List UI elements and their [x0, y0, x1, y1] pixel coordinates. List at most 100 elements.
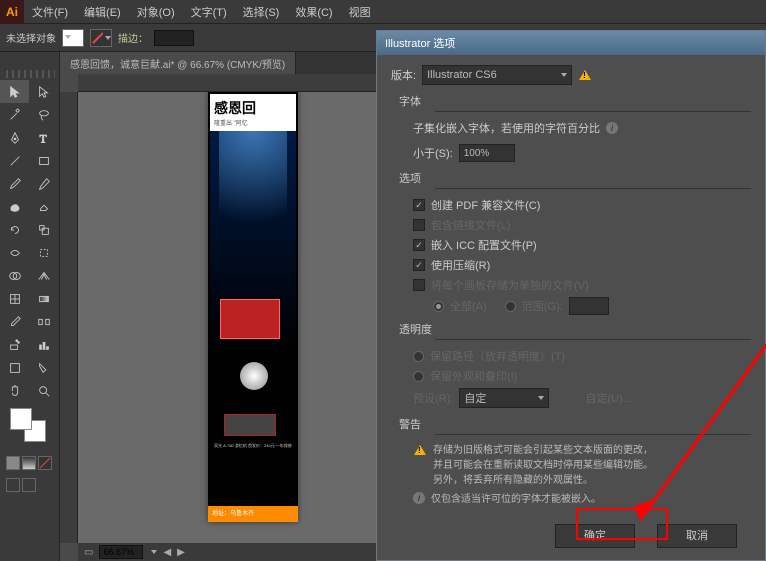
info-icon: i: [413, 492, 425, 504]
artboard-nav-prev[interactable]: ◀: [163, 547, 171, 558]
tool-palette: T: [0, 52, 60, 561]
perspective-grid-tool[interactable]: [29, 264, 58, 287]
radio-preserve-overprint: [413, 371, 424, 382]
pencil-tool[interactable]: [29, 172, 58, 195]
direct-selection-tool[interactable]: [29, 80, 58, 103]
eraser-tool[interactable]: [29, 195, 58, 218]
range-input: [569, 297, 609, 315]
eyedropper-tool[interactable]: [0, 310, 29, 333]
column-graph-tool[interactable]: [29, 333, 58, 356]
poster-address: 地址：乌鲁木齐: [208, 506, 298, 522]
line-tool[interactable]: [0, 149, 29, 172]
menu-edit[interactable]: 编辑(E): [76, 4, 129, 20]
paintbrush-tool[interactable]: [0, 172, 29, 195]
warning-icon: [413, 443, 427, 457]
menu-file[interactable]: 文件(F): [24, 4, 76, 20]
magic-wand-tool[interactable]: [0, 103, 29, 126]
checkbox-pdf[interactable]: [413, 199, 425, 211]
font-subset-desc: 子集化嵌入字体，若使用的字符百分比: [413, 120, 600, 136]
fill-stroke-swatches[interactable]: [6, 408, 53, 448]
gradient-tool[interactable]: [29, 287, 58, 310]
color-mode-gradient[interactable]: [22, 456, 36, 470]
blend-tool[interactable]: [29, 310, 58, 333]
radio-all: [433, 301, 444, 312]
width-tool[interactable]: [0, 241, 29, 264]
app-logo: Ai: [0, 0, 24, 24]
stroke-weight-input[interactable]: [154, 30, 194, 46]
label-artboard: 将每个画板存储为单独的文件(V): [431, 277, 589, 293]
symbol-sprayer-tool[interactable]: [0, 333, 29, 356]
checkbox-icc[interactable]: [413, 239, 425, 251]
svg-text:T: T: [39, 133, 46, 145]
color-mode-solid[interactable]: [6, 456, 20, 470]
cancel-button[interactable]: 取消: [657, 524, 737, 548]
ruler-vertical[interactable]: [60, 92, 78, 543]
warning-section-title: 警告: [399, 416, 751, 432]
checkbox-artboard: [413, 279, 425, 291]
hand-tool[interactable]: [0, 379, 29, 402]
mesh-tool[interactable]: [0, 287, 29, 310]
font-lt-label: 小于(S):: [413, 145, 453, 161]
font-percent-input[interactable]: [459, 144, 515, 162]
view-mode-icon[interactable]: ▭: [84, 547, 93, 558]
shape-builder-tool[interactable]: [0, 264, 29, 287]
label-pdf: 创建 PDF 兼容文件(C): [431, 197, 540, 213]
checkbox-link: [413, 219, 425, 231]
warning-text-1: 存储为旧版格式可能会引起某些文本版面的更改， 并且可能会在重新读取文档时停用某些…: [433, 443, 653, 488]
rectangle-tool[interactable]: [29, 149, 58, 172]
artboard-tool[interactable]: [0, 356, 29, 379]
color-mode-none[interactable]: [38, 456, 52, 470]
ok-button[interactable]: 确定: [555, 524, 635, 548]
zoom-input[interactable]: [99, 545, 143, 559]
warning-icon: [578, 68, 592, 82]
artboard[interactable]: 感恩回 隆重出 "阿忆 双光 A-780 游忆机 首发价：240元 一年保修 地…: [208, 92, 298, 522]
version-label: 版本:: [391, 67, 416, 83]
label-link: 包含链接文件(L): [431, 217, 510, 233]
menubar: Ai 文件(F) 编辑(E) 对象(O) 文字(T) 选择(S) 效果(C) 视…: [0, 0, 766, 24]
radio-preserve-path: [413, 351, 424, 362]
document-tab[interactable]: 感恩回馈，诚意巨献.ai* @ 66.67% (CMYK/预览): [60, 52, 296, 75]
zoom-tool[interactable]: [29, 379, 58, 402]
stroke-label: 描边：: [118, 30, 148, 45]
preset-select: 自定: [459, 388, 549, 408]
selection-tool[interactable]: [0, 80, 29, 103]
rotate-tool[interactable]: [0, 218, 29, 241]
blob-brush-tool[interactable]: [0, 195, 29, 218]
screen-mode-full[interactable]: [22, 478, 36, 492]
menu-select[interactable]: 选择(S): [235, 4, 288, 20]
free-transform-tool[interactable]: [29, 241, 58, 264]
menu-effect[interactable]: 效果(C): [287, 4, 340, 20]
menu-object[interactable]: 对象(O): [129, 4, 183, 20]
checkbox-compress[interactable]: [413, 259, 425, 271]
illustrator-options-dialog: Illustrator 选项 版本: Illustrator CS6 字体 子集…: [376, 30, 766, 561]
label-icc: 嵌入 ICC 配置文件(P): [431, 237, 537, 253]
options-section-title: 选项: [399, 170, 751, 186]
menu-view[interactable]: 视图: [341, 4, 379, 20]
radio-range: [505, 301, 516, 312]
menu-type[interactable]: 文字(T): [183, 4, 235, 20]
artboard-nav-next[interactable]: ▶: [177, 547, 185, 558]
fill-swatch[interactable]: [62, 29, 84, 47]
type-tool[interactable]: T: [29, 126, 58, 149]
lasso-tool[interactable]: [29, 103, 58, 126]
poster-subtitle: 隆重出 "阿忆: [214, 118, 292, 127]
label-preserve-overprint: 保留外观和叠印(I): [430, 368, 517, 384]
poster-spec-text: 双光 A-780 游忆机 首发价：240元 一年保修: [214, 444, 292, 449]
label-preserve-path: 保留路径（放弃透明度）(T): [430, 348, 565, 364]
info-icon[interactable]: i: [606, 122, 618, 134]
label-all: 全部(A): [450, 298, 487, 314]
warning-text-2: 仅包含适当许可位的字体才能被嵌入。: [431, 492, 601, 507]
screen-mode-normal[interactable]: [6, 478, 20, 492]
version-select[interactable]: Illustrator CS6: [422, 65, 572, 85]
scale-tool[interactable]: [29, 218, 58, 241]
stroke-swatch[interactable]: [90, 29, 112, 47]
poster-title: 感恩回: [214, 98, 292, 118]
preset-label: 预设(R):: [413, 390, 453, 406]
label-compress: 使用压缩(R): [431, 257, 490, 273]
dialog-titlebar[interactable]: Illustrator 选项: [377, 31, 765, 55]
slice-tool[interactable]: [29, 356, 58, 379]
transparency-section-title: 透明度: [399, 321, 751, 337]
label-range: 范围(G):: [522, 298, 563, 314]
custom-button-label: 自定(U)...: [585, 390, 631, 406]
pen-tool[interactable]: [0, 126, 29, 149]
